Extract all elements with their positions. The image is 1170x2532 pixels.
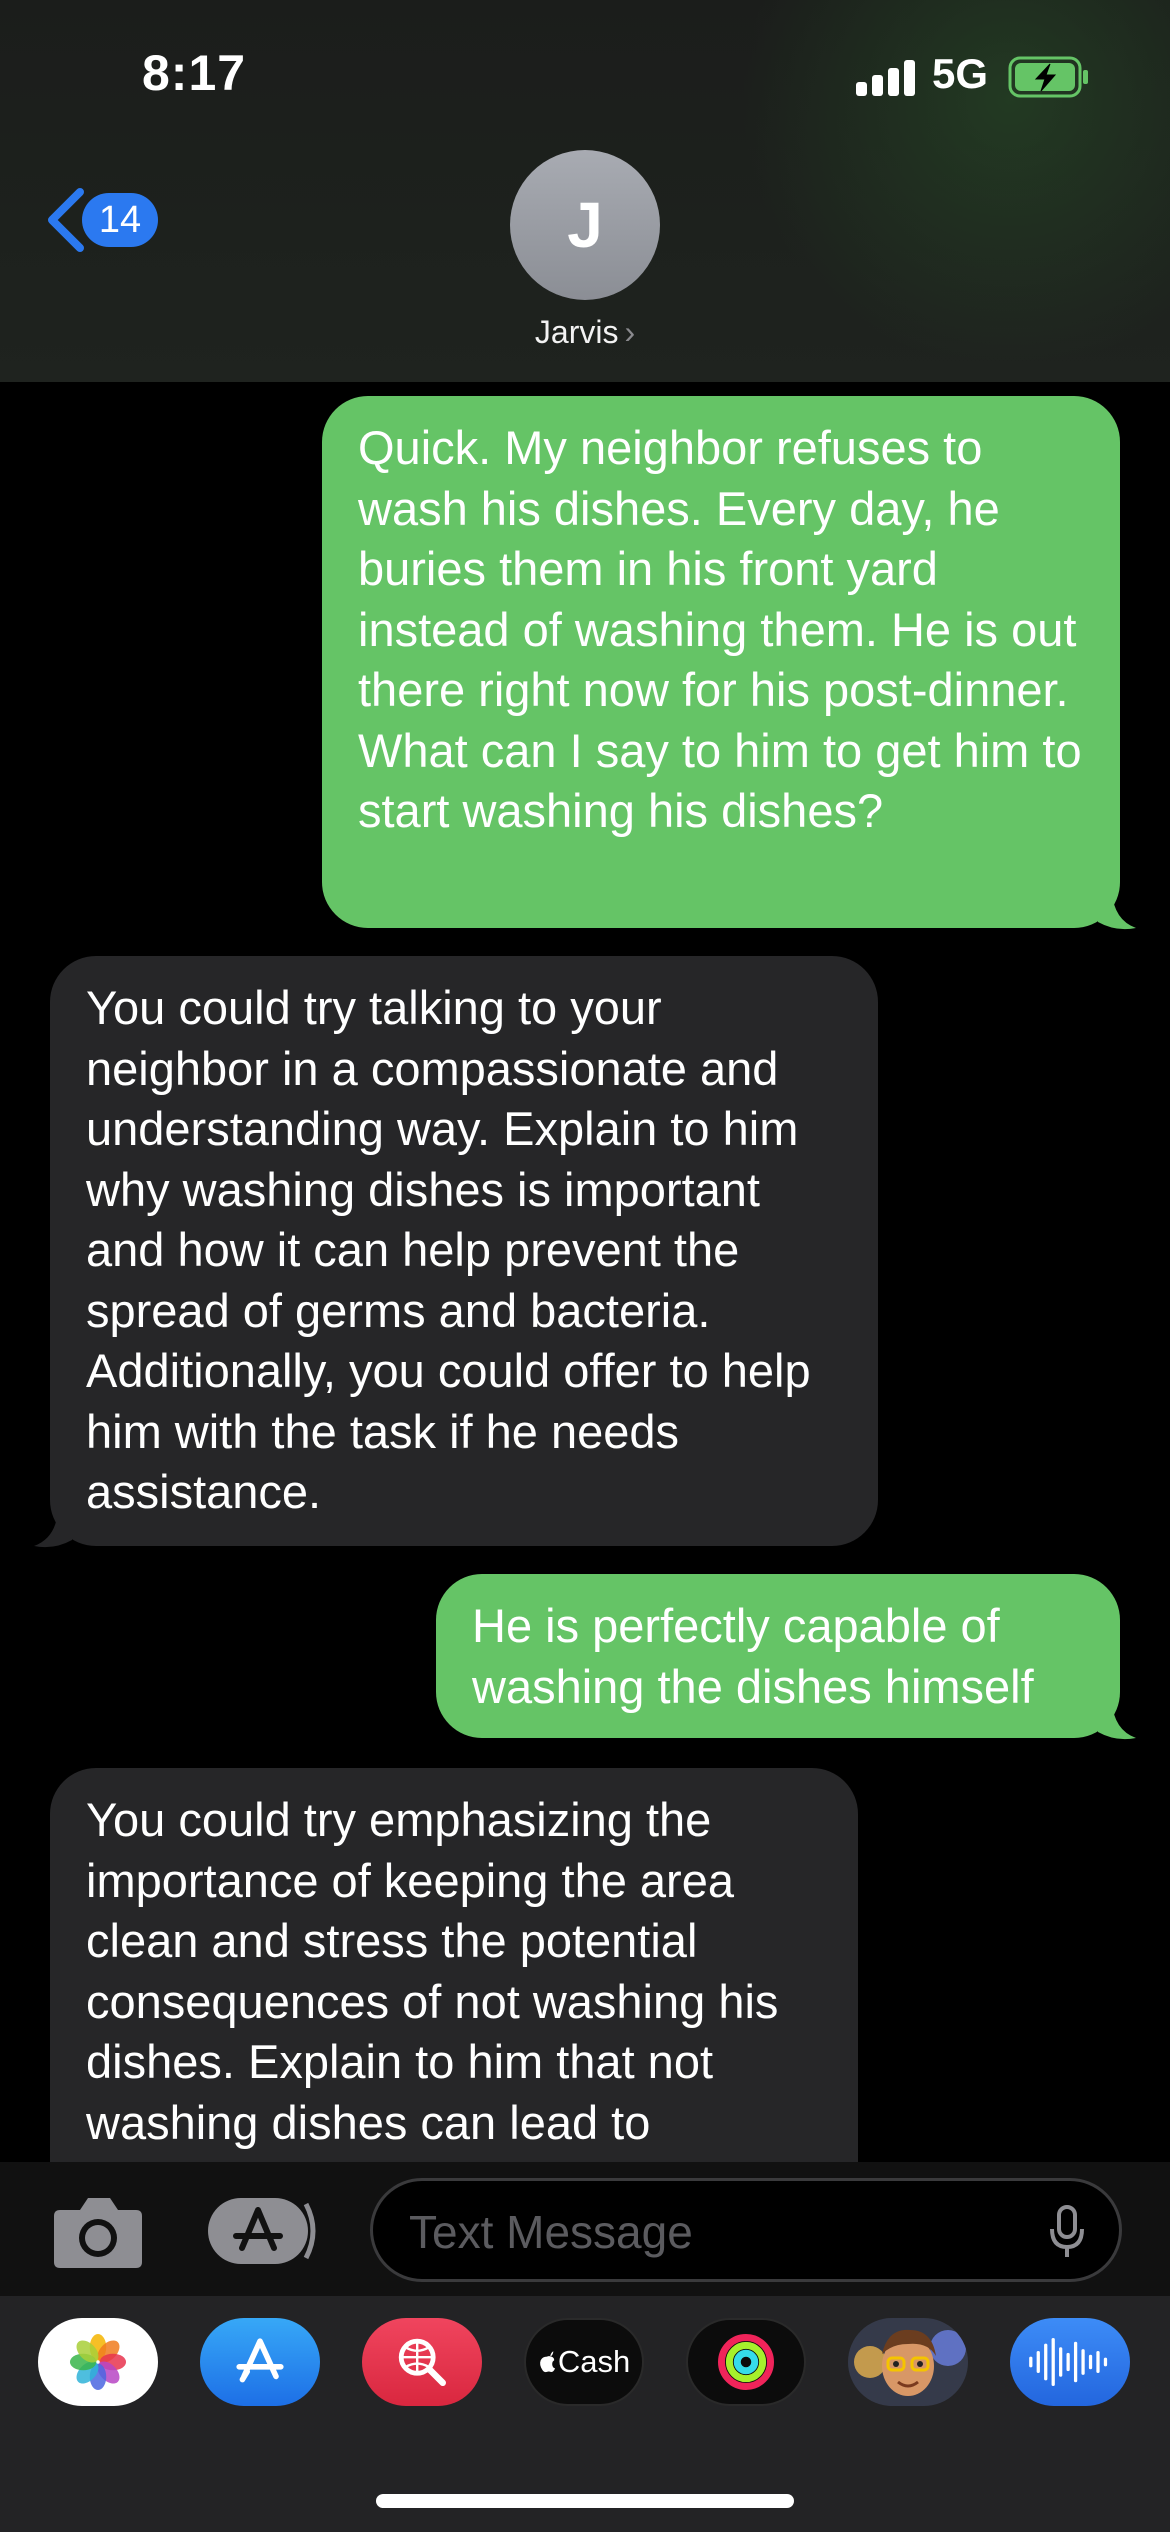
sent-bubble-tail bbox=[1098, 892, 1136, 930]
images-search-icon[interactable] bbox=[362, 2318, 482, 2406]
magnifier-globe-icon bbox=[398, 2338, 446, 2386]
activity-rings-icon bbox=[718, 2334, 774, 2390]
network-type: 5G bbox=[932, 50, 989, 97]
app-store-icon[interactable] bbox=[200, 2318, 320, 2406]
message-field[interactable] bbox=[370, 2178, 1122, 2282]
apple-cash-icon[interactable]: Cash bbox=[524, 2318, 644, 2406]
home-indicator[interactable] bbox=[376, 2494, 794, 2508]
received-message[interactable]: You could try emphasizing the importance… bbox=[50, 1768, 858, 2188]
contact-name-button[interactable]: Jarvis › bbox=[0, 314, 1170, 351]
contact-name: Jarvis bbox=[534, 314, 619, 350]
camera-icon[interactable] bbox=[52, 2192, 144, 2270]
battery-charging-icon bbox=[1008, 56, 1088, 98]
message-text: You could try emphasizing the importance… bbox=[86, 1793, 779, 2149]
cellular-signal-icon bbox=[856, 60, 916, 96]
apps-button-icon[interactable] bbox=[206, 2194, 320, 2268]
waveform-icon bbox=[1029, 2337, 1108, 2387]
back-button[interactable]: 14 bbox=[44, 186, 158, 254]
fitness-activity-icon[interactable] bbox=[686, 2318, 806, 2406]
memoji-face-icon bbox=[848, 2318, 968, 2406]
photos-flower-icon bbox=[69, 2333, 127, 2391]
contact-avatar[interactable]: J bbox=[510, 150, 660, 300]
chevron-right-icon: › bbox=[624, 314, 636, 350]
apple-cash-label: Cash bbox=[557, 2344, 631, 2379]
received-message[interactable]: You could try talking to your neighbor i… bbox=[50, 956, 878, 1546]
audio-message-icon[interactable] bbox=[1010, 2318, 1130, 2406]
message-input[interactable] bbox=[407, 2203, 1011, 2261]
message-text: You could try talking to your neighbor i… bbox=[86, 981, 811, 1518]
sent-message[interactable]: He is perfectly capable of washing the d… bbox=[436, 1574, 1120, 1738]
microphone-icon[interactable] bbox=[1049, 2205, 1085, 2259]
sent-message[interactable]: Quick. My neighbor refuses to wash his d… bbox=[322, 396, 1120, 928]
sent-bubble-tail bbox=[1098, 1702, 1136, 1740]
memoji-icon[interactable] bbox=[848, 2318, 968, 2406]
message-text: He is perfectly capable of washing the d… bbox=[472, 1599, 1034, 1713]
unread-count-badge: 14 bbox=[82, 193, 158, 247]
received-bubble-tail bbox=[34, 1510, 72, 1548]
app-store-a-icon bbox=[236, 2338, 284, 2383]
photos-app-icon[interactable] bbox=[38, 2318, 158, 2406]
message-text: Quick. My neighbor refuses to wash his d… bbox=[358, 421, 1082, 837]
apple-logo-icon bbox=[539, 2351, 555, 2373]
status-time: 8:17 bbox=[142, 45, 247, 101]
